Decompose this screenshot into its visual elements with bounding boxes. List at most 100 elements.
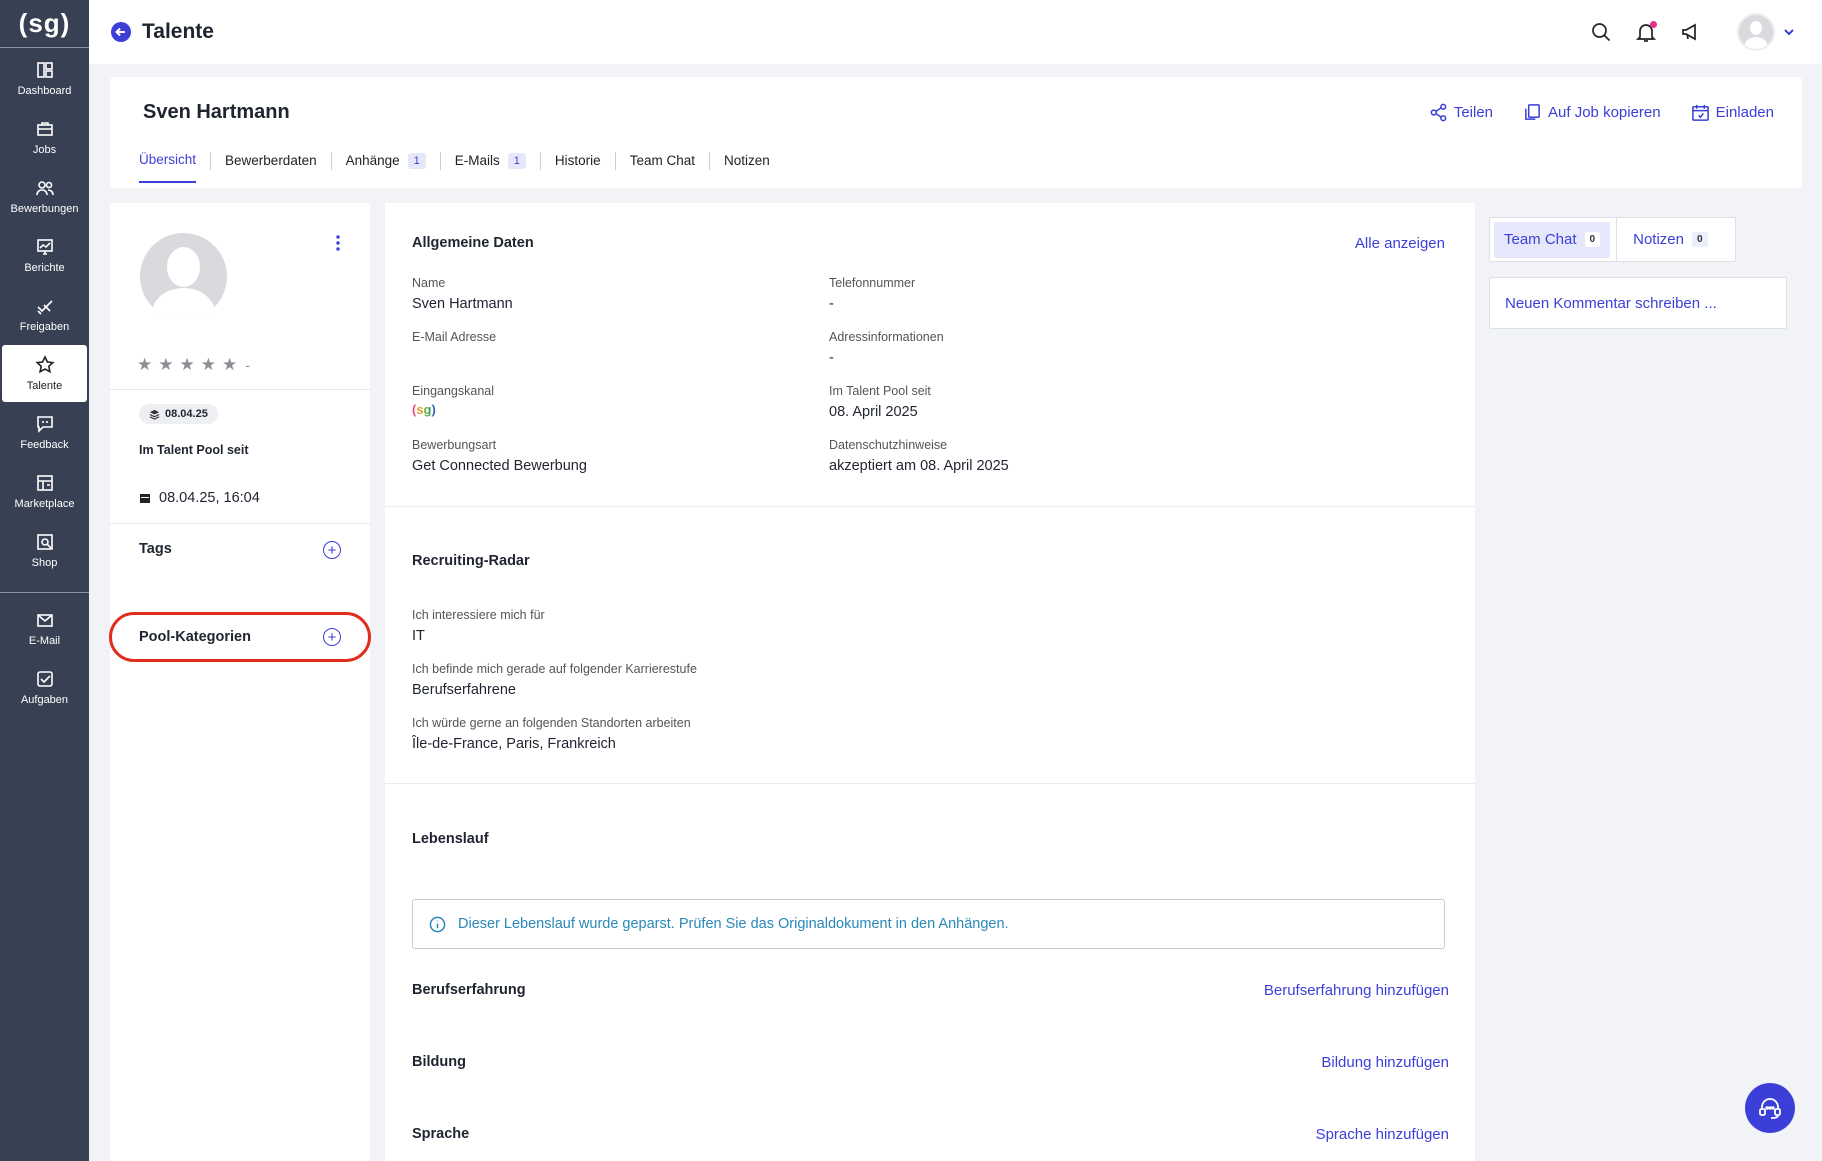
name-value: Sven Hartmann: [412, 296, 513, 312]
info-icon: [429, 916, 446, 932]
address-label: Adressinformationen: [829, 330, 944, 344]
sidebar-item-bewerbungen[interactable]: Bewerbungen: [2, 168, 87, 225]
plus-icon: +: [327, 628, 337, 646]
notifications-button[interactable]: [1635, 21, 1657, 43]
share-button[interactable]: Teilen: [1429, 103, 1493, 122]
star-icon[interactable]: ★: [137, 355, 152, 375]
mail-icon: [36, 614, 53, 627]
star-icon[interactable]: ★: [201, 355, 216, 375]
sidebar-item-feedback[interactable]: Feedback: [2, 404, 87, 461]
divider: [385, 506, 1475, 507]
show-all-link[interactable]: Alle anzeigen: [1355, 235, 1445, 252]
sidebar-item-email[interactable]: E-Mail: [2, 600, 87, 657]
tab-label: Historie: [554, 153, 601, 168]
privacy-value: akzeptiert am 08. April 2025: [829, 458, 1009, 474]
share-icon: [1430, 103, 1447, 122]
tags-title: Tags: [139, 541, 172, 557]
candidate-avatar: [140, 233, 227, 320]
sidebar-item-aufgaben[interactable]: Aufgaben: [2, 659, 87, 716]
sidebar-item-shop[interactable]: Shop: [2, 522, 87, 579]
tab-label: Bewerberdaten: [225, 153, 317, 168]
radar-question: Ich befinde mich gerade auf folgender Ka…: [412, 662, 697, 676]
count-badge: 0: [1584, 232, 1601, 247]
general-data-title: Allgemeine Daten: [412, 235, 534, 251]
calendar-icon: [1691, 104, 1709, 121]
email-label: E-Mail Adresse: [412, 330, 497, 344]
back-button[interactable]: [111, 22, 131, 42]
add-tag-button[interactable]: +: [323, 541, 341, 559]
phone-label: Telefonnummer: [829, 276, 916, 290]
user-avatar[interactable]: [1737, 13, 1775, 51]
notification-dot: [1650, 21, 1657, 28]
rating-stars[interactable]: ★ ★ ★ ★ ★ -: [137, 355, 250, 375]
add-pool-category-button[interactable]: +: [323, 628, 341, 646]
shop-icon: [36, 534, 53, 550]
dashboard-icon: [36, 62, 53, 78]
headset-icon: [1759, 1098, 1781, 1119]
add-education-link[interactable]: Bildung hinzufügen: [1321, 1054, 1449, 1071]
star-icon[interactable]: ★: [222, 355, 237, 375]
tab-notes-panel[interactable]: Notizen 0: [1623, 222, 1717, 258]
copy-to-job-button[interactable]: Auf Job kopieren: [1523, 103, 1661, 122]
name-label: Name: [412, 276, 446, 290]
chevron-down-icon[interactable]: [1783, 26, 1795, 38]
sidebar-divider: [0, 47, 89, 48]
feedback-icon: [36, 416, 53, 433]
tab-label: E-Mails: [454, 153, 500, 168]
add-experience-link[interactable]: Berufserfahrung hinzufügen: [1264, 982, 1449, 999]
count-badge: 0: [1691, 232, 1708, 247]
sidebar-item-label: Shop: [31, 557, 58, 569]
tab-uebersicht[interactable]: Übersicht: [139, 152, 197, 183]
tab-team-chat[interactable]: Team Chat: [630, 152, 695, 183]
pool-since-field-label: Im Talent Pool seit: [829, 384, 931, 398]
search-icon[interactable]: [1590, 21, 1612, 43]
sidebar-item-freigaben[interactable]: Freigaben: [2, 286, 87, 343]
sidebar-divider: [0, 592, 89, 593]
sidebar-item-label: Freigaben: [19, 321, 70, 333]
tab-anhaenge[interactable]: Anhänge 1: [346, 152, 426, 183]
support-button[interactable]: [1745, 1083, 1795, 1133]
radar-answer: Berufserfahrene: [412, 682, 516, 698]
rating-value: -: [245, 357, 250, 373]
tab-team-chat-panel[interactable]: Team Chat 0: [1494, 221, 1611, 258]
arrow-left-icon: [115, 27, 125, 37]
tab-label: Notizen: [723, 153, 770, 168]
app-logo[interactable]: (sg): [0, 0, 89, 47]
layers-icon: [149, 409, 160, 420]
star-icon[interactable]: ★: [158, 355, 173, 375]
tab-historie[interactable]: Historie: [555, 152, 601, 183]
radar-answer: Île-de-France, Paris, Frankreich: [412, 736, 616, 752]
top-bar: Talente: [89, 0, 1822, 64]
candidate-header: Sven Hartmann Teilen Auf Job kopieren Ei…: [110, 77, 1802, 188]
pool-categories-title: Pool-Kategorien: [139, 629, 251, 645]
candidate-name: Sven Hartmann: [143, 101, 290, 123]
pool-datetime: 08.04.25, 16:04: [139, 490, 260, 506]
more-options-icon[interactable]: [334, 234, 342, 252]
sidebar-item-berichte[interactable]: Berichte: [2, 227, 87, 284]
invite-label: Einladen: [1715, 104, 1774, 121]
add-language-link[interactable]: Sprache hinzufügen: [1316, 1126, 1449, 1143]
channel-logo: (sg): [412, 402, 436, 417]
approval-icon: [36, 300, 53, 315]
tab-bewerberdaten[interactable]: Bewerberdaten: [225, 152, 317, 183]
sidebar-item-talente[interactable]: Talente: [2, 345, 87, 402]
sidebar-item-dashboard[interactable]: Dashboard: [2, 50, 87, 107]
tab-label: Team Chat: [1504, 231, 1577, 248]
star-icon[interactable]: ★: [180, 355, 195, 375]
invite-button[interactable]: Einladen: [1691, 103, 1774, 122]
plus-icon: +: [327, 541, 337, 559]
datetime-value: 08.04.25, 16:04: [159, 490, 260, 506]
users-icon: [35, 181, 54, 196]
sidebar-item-marketplace[interactable]: Marketplace: [2, 463, 87, 520]
badge-date: 08.04.25: [165, 408, 208, 420]
tab-emails[interactable]: E-Mails 1: [455, 152, 526, 183]
sidebar: (sg) Dashboard Jobs Bewerbungen Berichte…: [0, 0, 89, 1161]
megaphone-icon[interactable]: [1680, 21, 1702, 43]
sidebar-item-jobs[interactable]: Jobs: [2, 109, 87, 166]
tab-notizen[interactable]: Notizen: [724, 152, 770, 183]
tab-label: Notizen: [1633, 231, 1684, 248]
new-comment-input[interactable]: Neuen Kommentar schreiben ...: [1489, 277, 1787, 329]
address-value: -: [829, 350, 834, 366]
chart-icon: [36, 239, 53, 255]
page-title: Talente: [142, 20, 214, 43]
